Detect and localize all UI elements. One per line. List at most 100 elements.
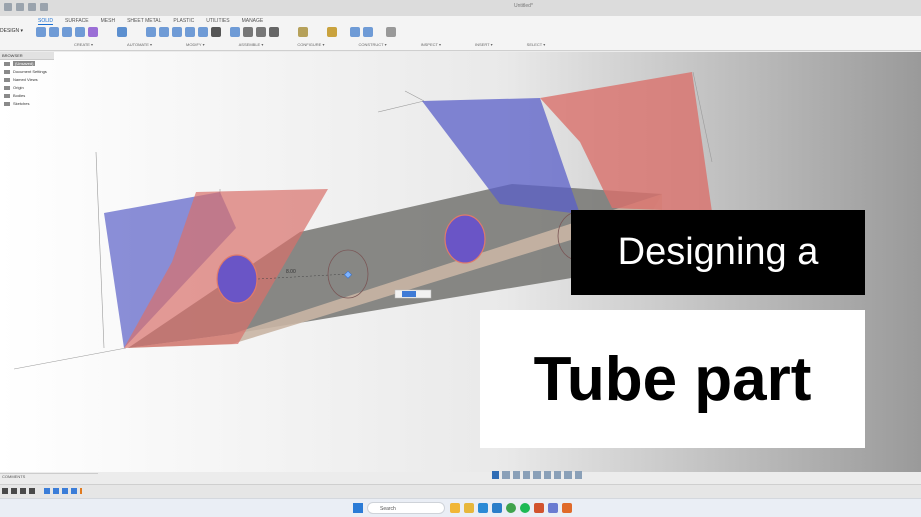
group-automate[interactable]: AUTOMATE ▾ bbox=[127, 42, 152, 47]
grid-icon[interactable] bbox=[564, 471, 572, 479]
fillet-icon[interactable] bbox=[159, 27, 169, 37]
configure-icon[interactable] bbox=[256, 27, 266, 37]
comments-title: COMMENTS bbox=[2, 474, 26, 479]
go-to-start-icon[interactable] bbox=[2, 488, 8, 494]
navigation-bar bbox=[492, 471, 582, 481]
automate-icon[interactable] bbox=[117, 27, 127, 37]
title-bar: Untitled* bbox=[0, 0, 921, 17]
hole-circle bbox=[444, 214, 486, 264]
tab-manage[interactable]: MANAGE bbox=[242, 18, 264, 25]
hole-circle bbox=[216, 254, 258, 304]
edge-browser-icon[interactable] bbox=[478, 503, 488, 513]
group-modify[interactable]: MODIFY ▾ bbox=[186, 42, 205, 47]
windows-start-icon[interactable] bbox=[353, 503, 363, 513]
chamfer-icon[interactable] bbox=[172, 27, 182, 37]
create-sketch-icon[interactable] bbox=[49, 27, 59, 37]
redo-icon[interactable] bbox=[40, 3, 48, 11]
canvas-mini-button[interactable] bbox=[402, 291, 416, 297]
form-icon[interactable] bbox=[88, 27, 98, 37]
document-tab-title[interactable]: Untitled* bbox=[514, 3, 533, 9]
tab-plastic[interactable]: PLASTIC bbox=[173, 18, 194, 25]
group-configure[interactable]: CONFIGURE ▾ bbox=[297, 42, 324, 47]
display-settings-icon[interactable] bbox=[492, 471, 500, 479]
group-create[interactable]: CREATE ▾ bbox=[74, 42, 93, 47]
tab-solid[interactable]: SOLID bbox=[38, 18, 54, 25]
component-icon bbox=[4, 61, 10, 66]
browser-item-origin[interactable]: Origin bbox=[0, 84, 54, 92]
os-taskbar: Search bbox=[0, 498, 921, 517]
group-assemble[interactable]: ASSEMBLE ▾ bbox=[239, 42, 264, 47]
table-icon[interactable] bbox=[269, 27, 279, 37]
app-icon[interactable] bbox=[548, 503, 558, 513]
group-construct[interactable]: CONSTRUCT ▾ bbox=[358, 42, 386, 47]
timeline bbox=[0, 484, 921, 499]
title-card-line2: Tube part bbox=[480, 310, 865, 448]
look-at-icon[interactable] bbox=[512, 471, 520, 479]
ribbon-tabs: SOLID SURFACE MESH SHEET METAL PLASTIC U… bbox=[38, 18, 263, 25]
construct-plane-icon[interactable] bbox=[298, 27, 308, 37]
press-pull-icon[interactable] bbox=[146, 27, 156, 37]
combine-icon[interactable] bbox=[198, 27, 208, 37]
taskbar-search[interactable]: Search bbox=[367, 502, 445, 514]
joint-icon[interactable] bbox=[243, 27, 253, 37]
file-explorer-icon[interactable] bbox=[464, 503, 474, 513]
spotify-icon[interactable] bbox=[520, 503, 530, 513]
file-icon[interactable] bbox=[16, 3, 24, 11]
group-insert[interactable]: INSERT ▾ bbox=[475, 42, 493, 47]
chrome-icon[interactable] bbox=[506, 503, 516, 513]
fusion-app-icon[interactable] bbox=[562, 503, 572, 513]
browser-panel: BROWSER (Unsaved) Document Settings Name… bbox=[0, 52, 54, 114]
menu-grid-icon[interactable] bbox=[4, 3, 12, 11]
move-icon[interactable] bbox=[211, 27, 221, 37]
tab-mesh[interactable]: MESH bbox=[101, 18, 115, 25]
extrude-feature-icon[interactable] bbox=[62, 488, 68, 494]
quick-access-toolbar[interactable] bbox=[4, 3, 64, 12]
vscode-icon[interactable] bbox=[492, 503, 502, 513]
shell-icon[interactable] bbox=[185, 27, 195, 37]
orbit-icon[interactable] bbox=[502, 471, 510, 479]
folder-icon bbox=[4, 101, 10, 106]
browser-item-sketches[interactable]: Sketches bbox=[0, 100, 54, 108]
pan-icon[interactable] bbox=[522, 471, 531, 479]
timeline-marker-icon[interactable] bbox=[80, 488, 82, 494]
folder-icon bbox=[4, 77, 10, 82]
folder-icon bbox=[4, 93, 10, 98]
go-to-end-icon[interactable] bbox=[29, 488, 35, 494]
group-inspect[interactable]: INSPECT ▾ bbox=[421, 42, 441, 47]
browser-item-bodies[interactable]: Bodies bbox=[0, 92, 54, 100]
tab-sheet-metal[interactable]: SHEET METAL bbox=[127, 18, 161, 25]
ribbon-tools bbox=[36, 27, 396, 41]
folder-icon bbox=[4, 85, 10, 90]
new-component-assemble-icon[interactable] bbox=[230, 27, 240, 37]
play-icon[interactable] bbox=[20, 488, 26, 494]
select-icon[interactable] bbox=[386, 27, 396, 37]
widgets-icon[interactable] bbox=[450, 503, 460, 513]
timeline-controls bbox=[2, 488, 82, 494]
sketch-feature-icon[interactable] bbox=[53, 488, 59, 494]
visual-style-icon[interactable] bbox=[553, 471, 562, 479]
browser-item-named-views[interactable]: Named Views bbox=[0, 76, 54, 84]
browser-item-root[interactable]: (Unsaved) bbox=[0, 60, 54, 68]
tab-utilities[interactable]: UTILITIES bbox=[206, 18, 229, 25]
zoom-icon[interactable] bbox=[533, 471, 541, 479]
undo-icon[interactable] bbox=[28, 3, 36, 11]
group-select[interactable]: SELECT ▾ bbox=[527, 42, 546, 47]
loft-feature-icon[interactable] bbox=[71, 488, 77, 494]
extrude-icon[interactable] bbox=[62, 27, 72, 37]
insert-image-icon[interactable] bbox=[363, 27, 373, 37]
insert-icon[interactable] bbox=[350, 27, 360, 37]
workspace-switcher[interactable]: DESIGN ▾ bbox=[0, 28, 30, 38]
sketch-feature-icon[interactable] bbox=[44, 488, 50, 494]
browser-item-document-settings[interactable]: Document Settings bbox=[0, 68, 54, 76]
browser-title: BROWSER bbox=[0, 52, 54, 60]
viewports-icon[interactable] bbox=[574, 471, 582, 479]
fit-icon[interactable] bbox=[543, 471, 551, 479]
comments-panel[interactable]: COMMENTS bbox=[0, 473, 98, 482]
revolve-icon[interactable] bbox=[75, 27, 85, 37]
dimension-label[interactable]: 8.00 bbox=[286, 269, 296, 275]
measure-icon[interactable] bbox=[327, 27, 337, 37]
step-back-icon[interactable] bbox=[11, 488, 17, 494]
new-component-icon[interactable] bbox=[36, 27, 46, 37]
app-icon[interactable] bbox=[534, 503, 544, 513]
tab-surface[interactable]: SURFACE bbox=[65, 18, 89, 25]
